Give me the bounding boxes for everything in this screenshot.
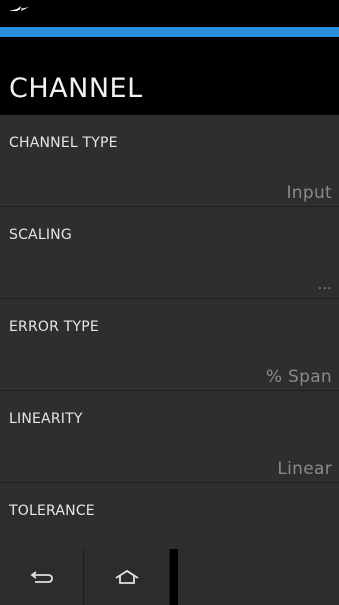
setting-value: ...	[317, 277, 332, 293]
page-title: CHANNEL	[9, 73, 143, 104]
home-icon	[115, 569, 138, 584]
plug-icon	[9, 6, 29, 11]
setting-row-tolerance[interactable]: TOLERANCE	[0, 483, 339, 549]
setting-label: ERROR TYPE	[9, 319, 99, 335]
back-arrow-icon	[30, 571, 53, 583]
setting-value: Input	[286, 183, 332, 203]
settings-list: CHANNEL TYPE Input SCALING ... ERROR TYP…	[0, 115, 339, 549]
navigation-bar	[0, 549, 339, 605]
setting-row-scaling[interactable]: SCALING ...	[0, 207, 339, 299]
status-bar	[0, 0, 339, 27]
setting-label: LINEARITY	[9, 411, 83, 427]
nav-divider	[170, 549, 178, 605]
setting-label: TOLERANCE	[9, 503, 95, 519]
setting-label: SCALING	[9, 227, 72, 243]
title-area: CHANNEL	[0, 37, 339, 115]
setting-row-channel-type[interactable]: CHANNEL TYPE Input	[0, 115, 339, 207]
accent-bar	[0, 27, 339, 37]
setting-row-error-type[interactable]: ERROR TYPE % Span	[0, 299, 339, 391]
setting-label: CHANNEL TYPE	[9, 135, 118, 151]
setting-value: Linear	[277, 459, 332, 479]
back-button[interactable]	[0, 549, 84, 605]
setting-row-linearity[interactable]: LINEARITY Linear	[0, 391, 339, 483]
setting-value: % Span	[265, 367, 332, 387]
home-button[interactable]	[84, 549, 170, 605]
